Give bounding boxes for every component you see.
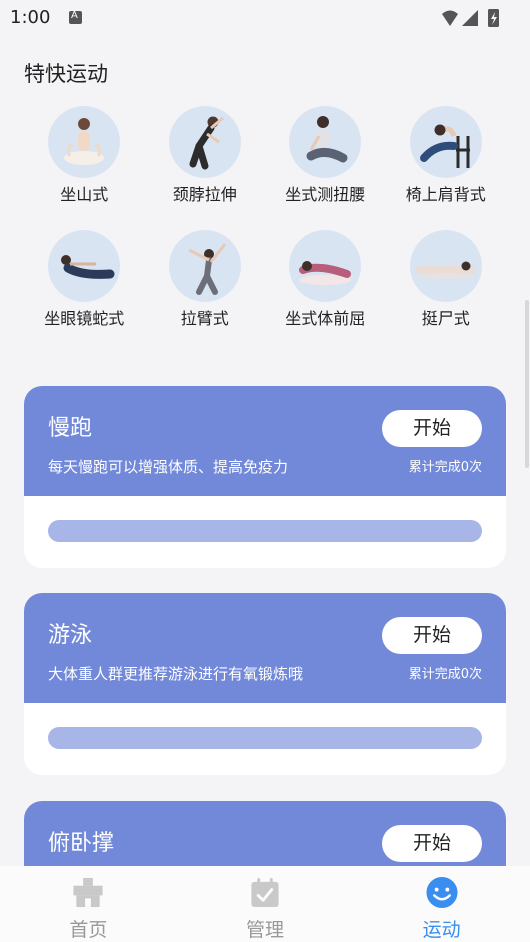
chair-backbend-pose-icon	[409, 106, 482, 178]
pose-label: 坐式测扭腰	[285, 185, 366, 204]
home-icon	[73, 877, 103, 908]
start-button[interactable]: 开始	[382, 825, 482, 862]
status-bar: 1:00	[0, 0, 530, 36]
pose-label: 挺尸式	[421, 309, 470, 328]
pose-item[interactable]: 拉臂式	[145, 230, 266, 330]
nav-label: 运动	[422, 919, 461, 941]
sport-card-swimming: 游泳 开始 大体重人群更推荐游泳进行有氧锻炼哦 累计完成0次	[24, 593, 506, 775]
card-header: 游泳 开始 大体重人群更推荐游泳进行有氧锻炼哦 累计完成0次	[24, 593, 506, 703]
cellular-icon	[462, 10, 478, 26]
corpse-pose-icon	[409, 230, 482, 302]
completion-count: 累计完成0次	[408, 460, 482, 475]
pose-label: 坐山式	[60, 185, 109, 204]
sport-name: 游泳	[48, 623, 93, 648]
pose-label: 椅上肩背式	[405, 185, 486, 204]
seated-mountain-pose-icon	[48, 106, 121, 178]
card-header: 慢跑 开始 每天慢跑可以增强体质、提高免疫力 累计完成0次	[24, 386, 506, 496]
sport-card-jogging: 慢跑 开始 每天慢跑可以增强体质、提高免疫力 累计完成0次	[24, 386, 506, 568]
sport-name: 慢跑	[48, 416, 93, 441]
seated-twist-pose-icon	[289, 106, 362, 178]
app-screen: 1:00 特快运动 坐山式	[0, 0, 530, 942]
pose-item[interactable]: 坐眼镜蛇式	[24, 230, 145, 330]
seated-forward-bend-pose-icon	[289, 230, 362, 302]
pose-label: 坐式体前屈	[285, 309, 366, 328]
notification-icon	[69, 10, 82, 24]
sport-description: 大体重人群更推荐游泳进行有氧锻炼哦	[48, 665, 304, 683]
smiley-icon	[426, 876, 458, 909]
pose-item[interactable]: 坐山式	[24, 106, 145, 206]
pose-grid: 坐山式 颈脖拉伸 坐式测扭腰 椅上肩背式 坐眼镜蛇式 拉臂式 坐式体前屈 挺尸式	[24, 106, 506, 330]
pose-label: 拉臂式	[180, 309, 229, 328]
sport-description: 每天慢跑可以增强体质、提高免疫力	[48, 458, 289, 476]
pose-label: 坐眼镜蛇式	[44, 309, 125, 328]
pose-item[interactable]: 坐式体前屈	[265, 230, 386, 330]
pose-item[interactable]: 颈脖拉伸	[145, 106, 266, 206]
nav-item-manage[interactable]: 管理	[177, 866, 354, 942]
signal-icons	[442, 9, 499, 27]
nav-item-sport[interactable]: 运动	[353, 866, 530, 942]
nav-item-home[interactable]: 首页	[0, 866, 177, 942]
start-button[interactable]: 开始	[382, 410, 482, 447]
progress-bar	[48, 727, 482, 749]
scrollbar[interactable]	[525, 300, 529, 468]
completion-count: 累计完成0次	[408, 667, 482, 682]
start-button[interactable]: 开始	[382, 617, 482, 654]
sport-name: 俯卧撑	[48, 831, 115, 856]
status-time: 1:00	[10, 7, 51, 28]
bottom-nav: 首页 管理 运动	[0, 866, 530, 942]
nav-label: 首页	[69, 919, 108, 941]
pose-item[interactable]: 坐式测扭腰	[265, 106, 386, 206]
pose-label: 颈脖拉伸	[172, 185, 237, 204]
cobra-pose-icon	[48, 230, 121, 302]
neck-stretch-pose-icon	[168, 106, 241, 178]
pose-item[interactable]: 椅上肩背式	[386, 106, 507, 206]
clipboard-check-icon	[251, 877, 279, 908]
progress-bar	[48, 520, 482, 542]
arm-stretch-pose-icon	[168, 230, 241, 302]
pose-item[interactable]: 挺尸式	[386, 230, 507, 330]
nav-label: 管理	[246, 919, 285, 941]
section-title: 特快运动	[24, 62, 108, 86]
wifi-icon	[442, 10, 458, 26]
